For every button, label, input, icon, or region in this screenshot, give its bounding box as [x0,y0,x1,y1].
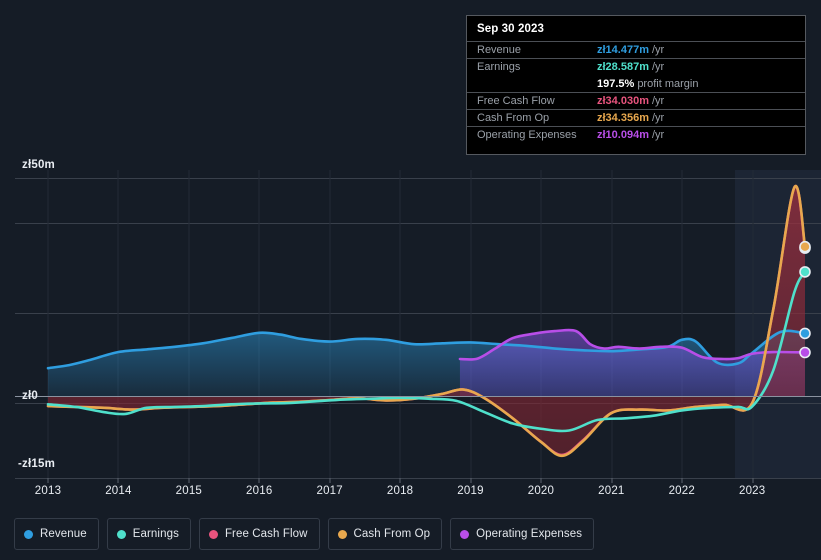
x-axis-tick-2018: 2018 [386,485,414,497]
legend-item-label: Revenue [40,528,87,540]
end-marker-cash-from-op [799,240,811,253]
legend-item-earnings[interactable]: Earnings [106,518,191,550]
tooltip-row-value: zł34.356m [597,112,649,124]
tooltip-row-label: Free Cash Flow [477,95,555,107]
tooltip-row-unit: /yr [651,95,665,107]
x-axis-tick-2023: 2023 [738,485,766,497]
tooltip-row-unit: /yr [651,44,665,56]
tooltip-row-earnings: Earnings zł28.587m/yr [467,58,805,75]
legend-dot-icon [116,529,126,539]
legend-item-label: Cash From Op [353,528,431,540]
tooltip-row-value: zł14.477m [597,44,649,56]
end-marker-revenue [799,327,811,340]
profit-margin-label: profit margin [637,77,699,90]
series-line-cash-from-op [46,184,807,458]
tooltip-row-value: zł10.094m [597,129,649,141]
x-axis-tick-2019: 2019 [457,485,484,497]
tooltip-row-unit: /yr [651,112,665,124]
x-axis-tick-2017: 2017 [316,485,343,497]
tooltip-row-unit: /yr [651,61,665,73]
legend-item-operating-expenses[interactable]: Operating Expenses [450,518,595,550]
tooltip-row-label: Revenue [477,44,522,56]
tooltip-date-title: Sep 30 2023 [477,23,544,35]
legend-dot-icon [337,529,347,539]
x-axis-tick-2013: 2013 [34,485,62,497]
tooltip-row-label: Operating Expenses [477,129,577,141]
y-axis-label-top: zł50m [22,159,55,171]
y-axis-label-zero: zł0 [22,390,38,402]
profit-margin-value: 197.5% [597,77,635,90]
x-axis-tick-2015: 2015 [175,485,203,497]
legend-item-cash-from-op[interactable]: Cash From Op [327,518,443,550]
legend-item-revenue[interactable]: Revenue [14,518,99,550]
legend-dot-icon [208,529,218,539]
y-axis-label-bottom: -zł15m [18,458,55,470]
legend-item-label: Free Cash Flow [224,528,308,540]
legend-dot-icon [24,529,33,539]
tooltip-row-profit-margin: 197.5% profit margin [467,75,805,92]
tooltip-row-free-cash-flow: Free Cash Flow zł34.030m/yr [467,92,805,109]
chart-legend[interactable]: Revenue Earnings Free Cash Flow Cash From O… [14,518,595,550]
tooltip-row-label: Earnings [477,61,521,73]
legend-item-label: Operating Expenses [476,528,583,540]
series-line-free-cash-flow [46,184,807,457]
x-axis-tick-2020: 2020 [527,485,555,497]
end-marker-earnings [799,266,811,278]
x-axis-tick-2016: 2016 [246,485,273,497]
legend-item-free-cash-flow[interactable]: Free Cash Flow [198,518,320,550]
legend-dot-icon [460,529,470,539]
x-axis-tick-2014: 2014 [105,485,132,497]
financial-performance-chart: zł50m zł0 -zł15m 2013 2014 2015 2016 2017 201… [0,0,821,560]
tooltip-row-operating-expenses: Operating Expenses zł10.094m/yr [467,126,805,143]
legend-item-label: Earnings [132,528,179,540]
tooltip-row-label: Cash From Op [477,112,550,124]
end-marker-operating-expenses [799,346,811,359]
tooltip-rows: Revenue zł14.477m/yr Earnings zł28.587m/yr 1… [467,41,805,143]
x-axis-tick-2022: 2022 [668,485,695,497]
tooltip-row-value: zł34.030m [597,95,649,107]
tooltip-row-cash-from-op: Cash From Op zł34.356m/yr [467,109,805,126]
vertical-gridlines [47,170,754,478]
tooltip-row-unit: /yr [651,129,665,141]
tooltip-row-value: zł28.587m [597,61,649,73]
x-axis-tick-2021: 2021 [598,485,625,497]
tooltip-row-revenue: Revenue zł14.477m/yr [467,41,805,58]
data-tooltip: Sep 30 2023 Revenue zł14.477m/yr Earnings z… [466,15,806,155]
series-area-free-cash-flow [48,186,805,455]
